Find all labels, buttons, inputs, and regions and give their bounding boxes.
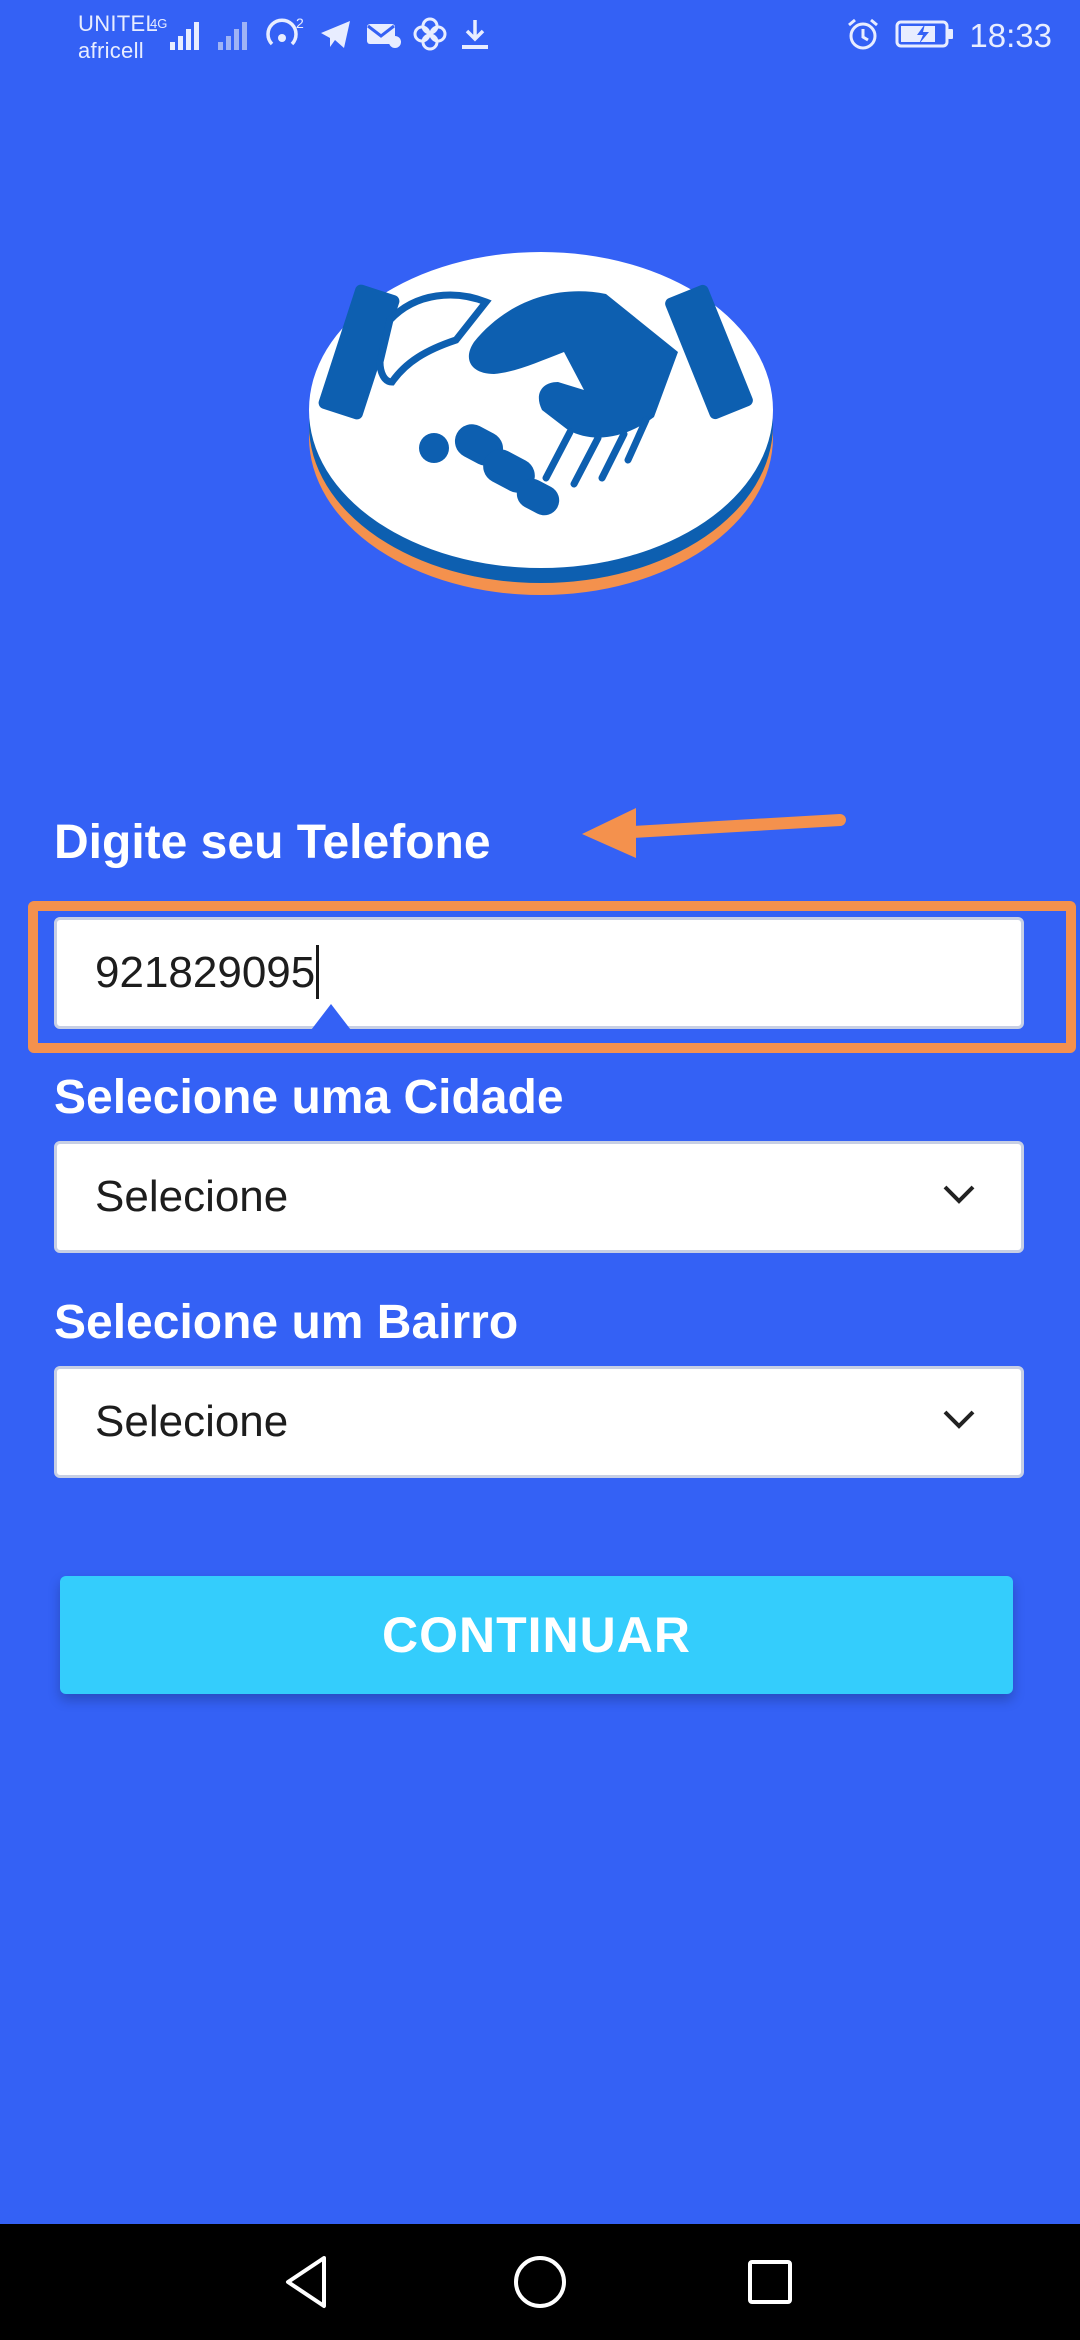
download-icon bbox=[458, 16, 492, 57]
city-select[interactable]: Selecione bbox=[54, 1141, 1024, 1253]
district-select-value: Selecione bbox=[95, 1397, 289, 1446]
back-triangle-icon[interactable] bbox=[276, 2250, 340, 2314]
hotspot-icon: 2 bbox=[264, 14, 308, 59]
chevron-down-icon bbox=[941, 1407, 977, 1431]
telegram-icon bbox=[318, 16, 354, 57]
battery-charging-icon bbox=[895, 18, 955, 55]
recents-square-icon[interactable] bbox=[738, 2250, 802, 2314]
pinwheel-icon bbox=[412, 16, 448, 57]
carrier-names: UNITEL africell bbox=[78, 10, 158, 64]
mail-icon bbox=[364, 17, 402, 56]
city-label: Selecione uma Cidade bbox=[54, 1071, 564, 1124]
clock: 18:33 bbox=[969, 17, 1052, 54]
highlight-annotation bbox=[28, 901, 1076, 1053]
status-icons-right: 18:33 bbox=[845, 12, 1052, 60]
carrier-unitel: UNITEL bbox=[78, 11, 159, 36]
phone-label: Digite seu Telefone bbox=[54, 816, 491, 869]
signal-icon: 4G bbox=[150, 14, 204, 59]
handshake-logo-icon bbox=[306, 232, 776, 612]
status-icons-left: 4G 2 bbox=[150, 14, 492, 58]
network-type-label: 4G bbox=[150, 16, 167, 31]
chevron-down-icon bbox=[941, 1182, 977, 1206]
district-select[interactable]: Selecione bbox=[54, 1366, 1024, 1478]
home-circle-icon[interactable] bbox=[508, 2250, 572, 2314]
status-bar: UNITEL africell 4G 2 18:33 bbox=[0, 0, 1080, 72]
signal-icon-sim2 bbox=[214, 14, 254, 59]
continue-button[interactable]: CONTINUAR bbox=[60, 1576, 1013, 1694]
district-label: Selecione um Bairro bbox=[54, 1296, 519, 1349]
sim2-indicator: 2 bbox=[296, 15, 304, 31]
arrow-left-icon bbox=[572, 802, 852, 860]
navigation-bar bbox=[0, 2224, 1080, 2340]
city-select-value: Selecione bbox=[95, 1172, 289, 1221]
alarm-icon bbox=[845, 16, 881, 57]
carrier-africell: africell bbox=[78, 38, 144, 63]
